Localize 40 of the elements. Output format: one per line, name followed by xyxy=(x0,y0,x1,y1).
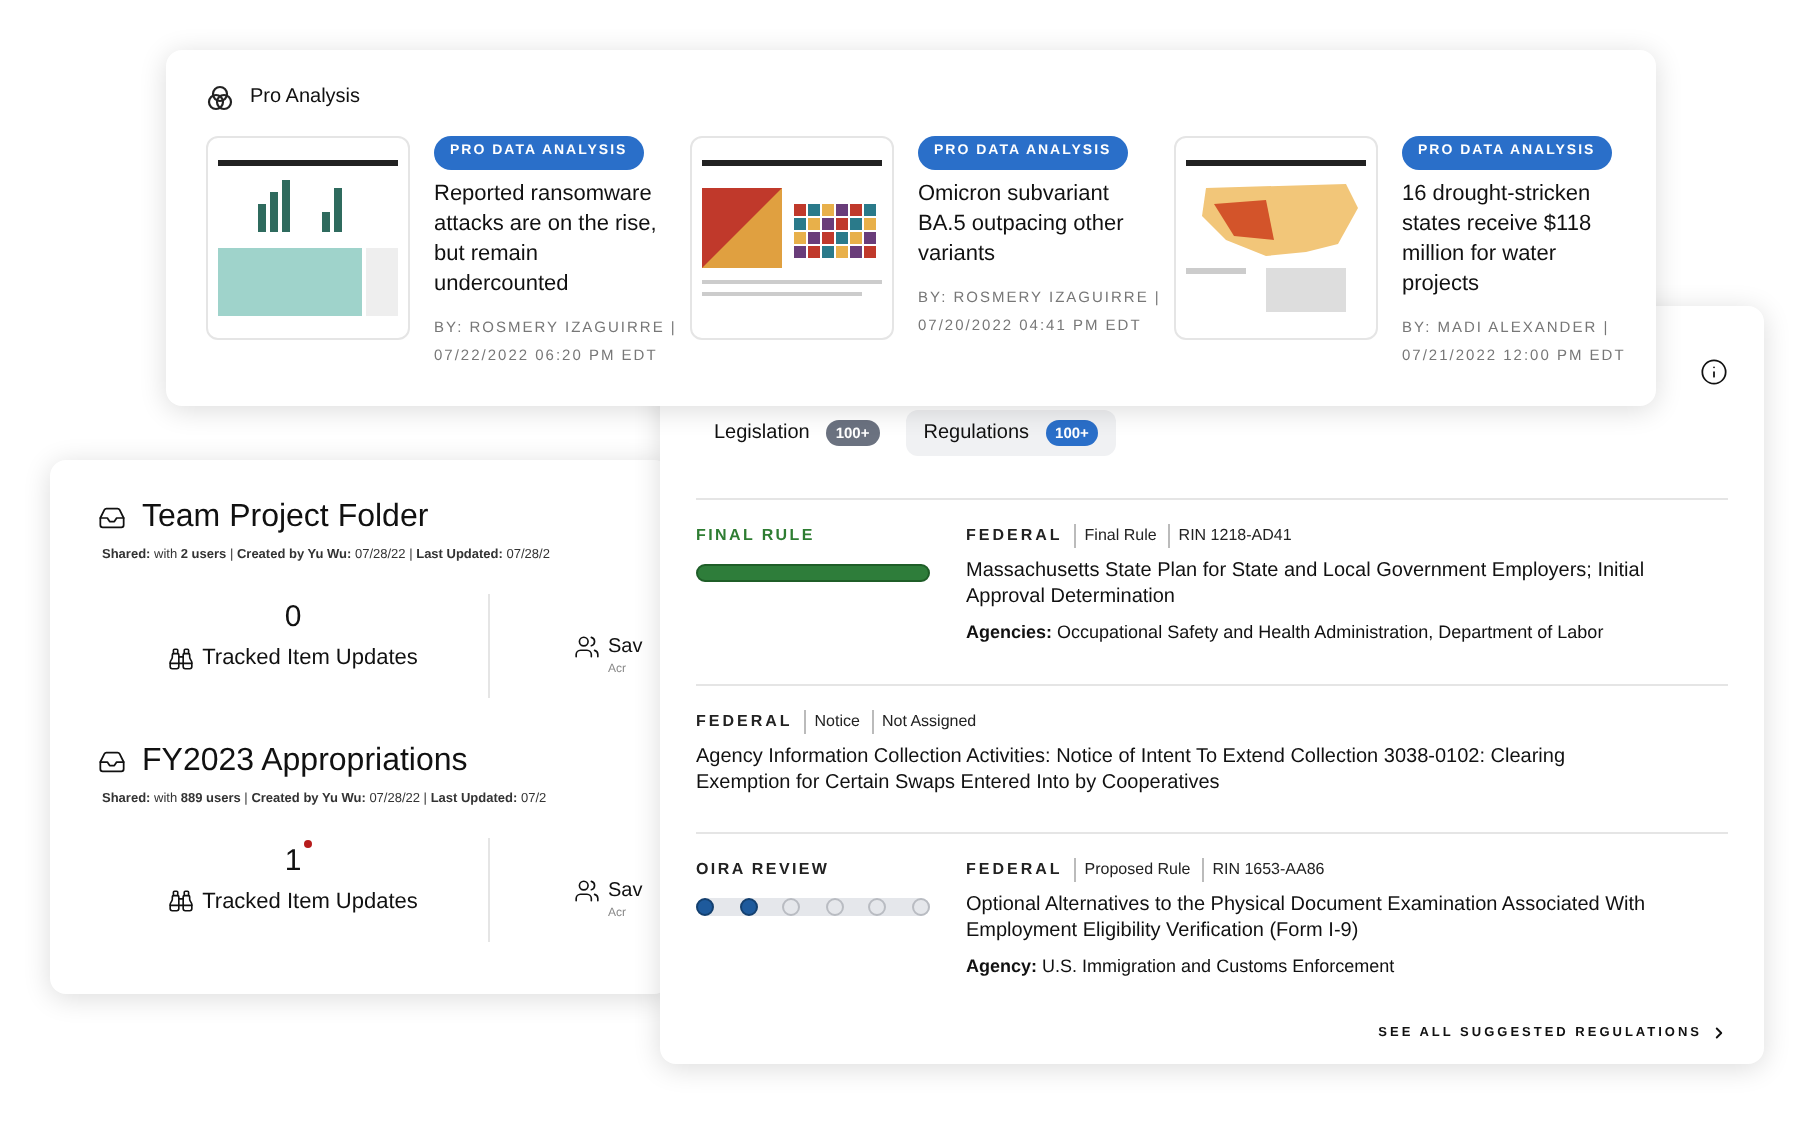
stage-label: OIRA REVIEW xyxy=(696,857,832,881)
stat-label: Sav xyxy=(608,877,643,905)
folder-title[interactable]: Team Project Folder xyxy=(142,494,429,542)
jurisdiction-label: FEDERAL xyxy=(696,709,795,733)
article-title[interactable]: Reported ransomware attacks are on the rise, but remain undercounted xyxy=(434,179,677,299)
rule-type-label: Notice xyxy=(804,709,864,733)
stat-label: Tracked Item Updates xyxy=(202,887,418,917)
chevron-right-icon xyxy=(1710,1024,1728,1043)
inbox-icon xyxy=(98,747,126,776)
stat-label: Tracked Item Updates xyxy=(202,643,418,674)
regulation-title[interactable]: Agency Information Collection Activities: Notice of Intent To Extend Collection 3038-0102: Clearing Exemption for Certain Swaps Entered Into by Cooperatives xyxy=(696,743,1728,795)
rule-type-label: Proposed Rule xyxy=(1074,857,1195,881)
regulation-title[interactable]: Optional Alternatives to the Physical Document Examination Associated With Employment Eligibility Verification (Form I-9) xyxy=(966,891,1728,943)
update-count: 0 xyxy=(284,599,302,634)
section-title: Pro Analysis xyxy=(250,84,361,112)
users-icon xyxy=(574,877,600,903)
binoculars-icon xyxy=(168,888,195,915)
article-thumbnail[interactable] xyxy=(1174,136,1378,340)
article-thumbnail[interactable] xyxy=(206,136,410,340)
overlapping-circles-icon xyxy=(206,83,234,111)
update-count: 1 xyxy=(284,843,302,877)
rin-label: RIN 1218-AD41 xyxy=(1168,524,1292,548)
folder-title[interactable]: FY2023 Appropriations xyxy=(142,737,468,786)
rin-label: RIN 1653-AA86 xyxy=(1202,857,1325,881)
rin-label: Not Assigned xyxy=(871,709,977,733)
agency-text: Agencies: Occupational Safety and Health Administration, Department of Labor xyxy=(966,620,1606,646)
info-icon[interactable] xyxy=(1700,358,1728,386)
binoculars-icon xyxy=(168,645,195,671)
jurisdiction-label: FEDERAL xyxy=(966,857,1065,881)
article-title[interactable]: Omicron subvariant BA.5 outpacing other variants xyxy=(918,179,1161,269)
jurisdiction-label: FEDERAL xyxy=(966,524,1065,548)
stat-label: Sav xyxy=(608,633,643,662)
inbox-icon xyxy=(98,504,126,532)
users-icon xyxy=(574,633,600,660)
article-thumbnail[interactable] xyxy=(690,136,894,340)
agency-text: Agency: U.S. Immigration and Customs Enforcement xyxy=(966,953,1397,980)
regulation-title[interactable]: Massachusetts State Plan for State and Local Government Employers; Initial Approval Determination xyxy=(966,558,1728,610)
rule-type-label: Final Rule xyxy=(1074,524,1161,548)
stage-label: FINAL RULE xyxy=(696,524,817,548)
article-title[interactable]: 16 drought-stricken states receive $118 million for water projects xyxy=(1402,179,1634,299)
